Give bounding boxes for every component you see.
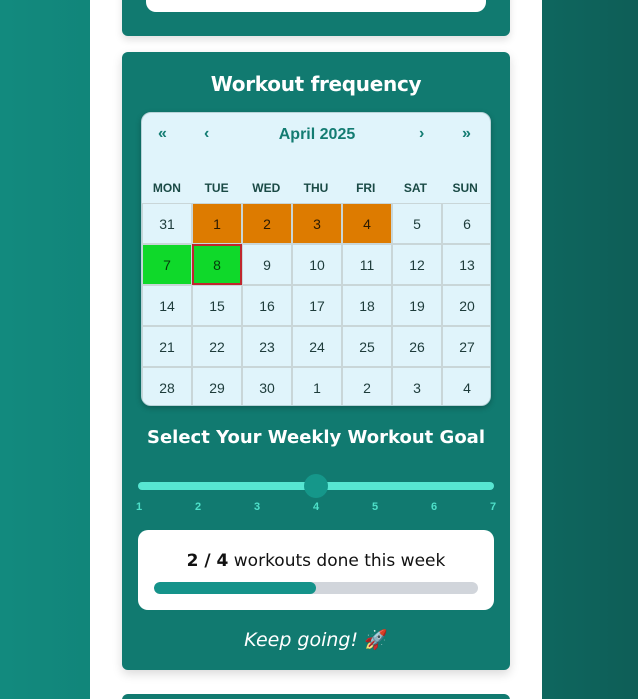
calendar-day[interactable]: 18 bbox=[342, 285, 392, 326]
calendar-day[interactable]: 12 bbox=[392, 244, 442, 285]
calendar-day[interactable]: 15 bbox=[192, 285, 242, 326]
progress-box: 2 / 4 workouts done this week bbox=[138, 530, 494, 610]
weekday-label: SAT bbox=[403, 181, 427, 195]
calendar-day[interactable]: 22 bbox=[192, 326, 242, 367]
slider-tick-label: 1 bbox=[135, 501, 143, 513]
calendar-day[interactable]: 19 bbox=[392, 285, 442, 326]
previous-card-panel bbox=[146, 0, 486, 12]
calendar-day[interactable]: 25 bbox=[342, 326, 392, 367]
calendar-day[interactable]: 1 bbox=[192, 203, 242, 244]
calendar-day[interactable]: 17 bbox=[292, 285, 342, 326]
next-month-button[interactable]: › bbox=[419, 125, 424, 143]
card-title: Workout frequency bbox=[210, 72, 422, 96]
goal-slider-ticks: 1 2 3 4 5 6 7 bbox=[135, 501, 497, 515]
progress-suffix: workouts done this week bbox=[228, 551, 446, 571]
calendar-day[interactable]: 16 bbox=[242, 285, 292, 326]
calendar-day[interactable]: 14 bbox=[142, 285, 192, 326]
encouragement-text: Keep going! bbox=[244, 629, 359, 651]
weekday-label: MON bbox=[152, 181, 181, 195]
calendar-day[interactable]: 2 bbox=[342, 367, 392, 405]
slider-tick-label: 4 bbox=[312, 501, 320, 513]
calendar-day[interactable]: 24 bbox=[292, 326, 342, 367]
goal-slider-thumb[interactable] bbox=[304, 474, 328, 498]
encouragement-message: Keep going! 🚀 bbox=[122, 628, 510, 651]
calendar-day[interactable]: 23 bbox=[242, 326, 292, 367]
progress-text: 2 / 4 workouts done this week bbox=[138, 551, 494, 571]
previous-card bbox=[122, 0, 510, 36]
progress-bar-fill bbox=[154, 582, 316, 594]
calendar-day[interactable]: 31 bbox=[142, 203, 192, 244]
calendar-day[interactable]: 9 bbox=[242, 244, 292, 285]
weekday-label: FRI bbox=[356, 181, 376, 195]
calendar-day[interactable]: 13 bbox=[442, 244, 490, 285]
calendar-day[interactable]: 30 bbox=[242, 367, 292, 405]
goal-title: Select Your Weekly Workout Goal bbox=[146, 427, 486, 448]
prev-year-button[interactable]: « bbox=[158, 125, 167, 143]
calendar-day[interactable]: 20 bbox=[442, 285, 490, 326]
calendar-days-grid: 31 1 2 3 4 5 6 7 8 9 10 11 12 13 14 15 16 17 18 19 20 21 22 23 2… bbox=[142, 203, 490, 405]
calendar-day[interactable]: 11 bbox=[342, 244, 392, 285]
prev-month-button[interactable]: ‹ bbox=[204, 125, 209, 143]
calendar-day[interactable]: 3 bbox=[292, 203, 342, 244]
calendar-day[interactable]: 5 bbox=[392, 203, 442, 244]
calendar-day[interactable]: 10 bbox=[292, 244, 342, 285]
calendar: « ‹ April 2025 › » MON TUE WED THU FRI S… bbox=[141, 112, 491, 406]
calendar-day[interactable]: 21 bbox=[142, 326, 192, 367]
slider-tick-label: 6 bbox=[430, 501, 438, 513]
workout-frequency-card: Workout frequency « ‹ April 2025 › » MON… bbox=[122, 52, 510, 670]
calendar-day[interactable]: 3 bbox=[392, 367, 442, 405]
slider-tick-label: 2 bbox=[194, 501, 202, 513]
calendar-day[interactable]: 2 bbox=[242, 203, 292, 244]
calendar-day[interactable]: 27 bbox=[442, 326, 490, 367]
weekday-label: SUN bbox=[452, 181, 478, 195]
weekday-label: THU bbox=[303, 181, 329, 195]
calendar-day[interactable]: 29 bbox=[192, 367, 242, 405]
calendar-month-label[interactable]: April 2025 bbox=[232, 126, 402, 144]
calendar-day[interactable]: 6 bbox=[442, 203, 490, 244]
calendar-day[interactable]: 4 bbox=[442, 367, 490, 405]
progress-goal-count: 4 bbox=[216, 551, 229, 571]
next-year-button[interactable]: » bbox=[462, 125, 471, 143]
rocket-icon: 🚀 bbox=[364, 629, 388, 651]
calendar-day[interactable]: 7 bbox=[142, 244, 192, 285]
calendar-day[interactable]: 28 bbox=[142, 367, 192, 405]
slider-tick-label: 3 bbox=[253, 501, 261, 513]
weekday-label: TUE bbox=[204, 181, 229, 195]
calendar-day[interactable]: 1 bbox=[292, 367, 342, 405]
weekday-header: MON TUE WED THU FRI SAT SUN bbox=[142, 181, 490, 195]
calendar-day[interactable]: 4 bbox=[342, 203, 392, 244]
progress-separator: / bbox=[198, 551, 217, 571]
slider-tick-label: 5 bbox=[371, 501, 379, 513]
slider-tick-label: 7 bbox=[489, 501, 497, 513]
progress-bar bbox=[154, 582, 478, 594]
calendar-day[interactable]: 8 bbox=[192, 244, 242, 285]
calendar-day[interactable]: 26 bbox=[392, 326, 442, 367]
weekday-label: WED bbox=[252, 181, 281, 195]
progress-done-count: 2 bbox=[186, 551, 199, 571]
next-card bbox=[122, 694, 510, 699]
